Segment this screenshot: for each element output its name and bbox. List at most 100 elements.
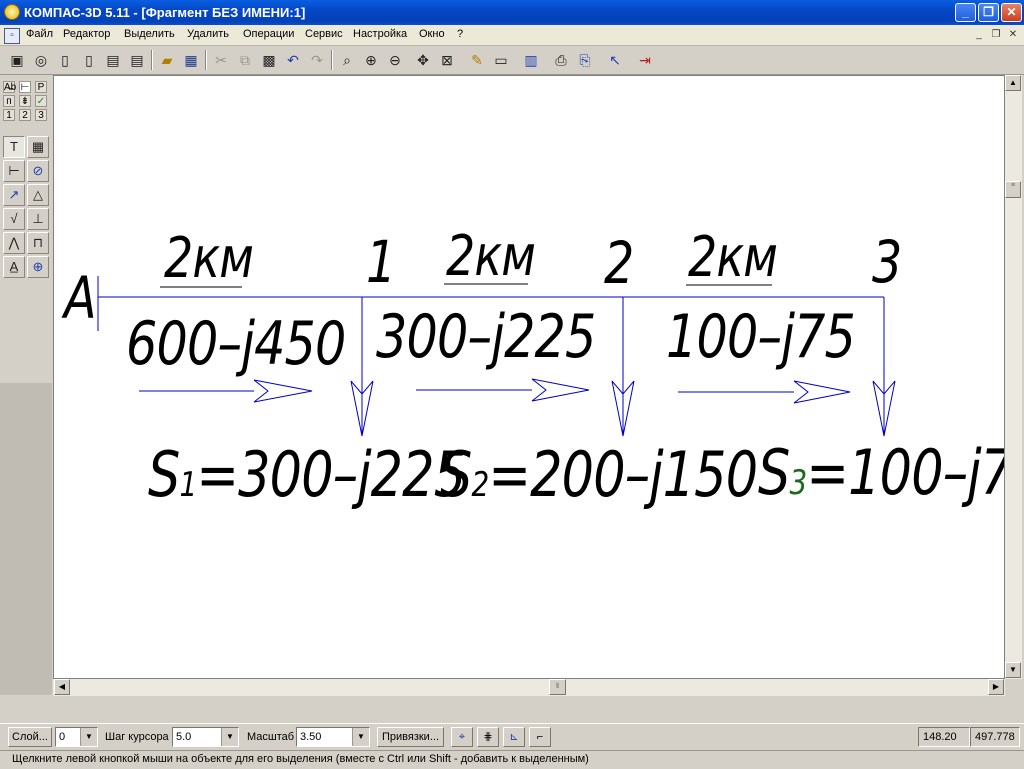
exit-icon[interactable]: ⇥: [634, 49, 656, 71]
maximize-button[interactable]: ❐: [978, 3, 999, 22]
scale-select[interactable]: 3.50 ▼: [296, 727, 370, 747]
menu-file[interactable]: Файл: [26, 28, 53, 40]
document-icon[interactable]: ▫: [4, 28, 20, 44]
menu-settings[interactable]: Настройка: [353, 28, 407, 40]
menu-operations[interactable]: Операции: [243, 28, 294, 40]
ortho-icon[interactable]: ⊾: [503, 727, 525, 747]
tab-check-mode[interactable]: ✓: [35, 95, 47, 107]
mdi-close-button[interactable]: ✕: [1006, 28, 1020, 42]
leader-icon[interactable]: ⋀: [3, 232, 25, 254]
minimize-button[interactable]: _: [955, 3, 976, 22]
zoom-window-icon[interactable]: ⌕: [336, 49, 358, 71]
chevron-down-icon[interactable]: ▼: [352, 728, 369, 746]
tab-2[interactable]: 2: [19, 109, 31, 121]
local-cs-icon[interactable]: ⌖: [451, 727, 473, 747]
zoom-in-icon[interactable]: ⊕: [360, 49, 382, 71]
context-help-icon[interactable]: ↖: [604, 49, 626, 71]
text-tool-icon[interactable]: T: [3, 136, 25, 158]
load-symbol-2: S: [440, 438, 472, 511]
radial-dimension-icon[interactable]: ↗: [3, 184, 25, 206]
copy-icon[interactable]: ⧉: [234, 49, 256, 71]
horizontal-scroll-thumb[interactable]: ⦀: [549, 679, 566, 695]
flow-arrow-3: [678, 380, 851, 404]
tolerance-icon[interactable]: A̲: [3, 256, 25, 278]
scroll-right-button[interactable]: ▶: [988, 679, 1004, 695]
menu-editor[interactable]: Редактор: [63, 28, 110, 40]
paste-icon[interactable]: ▩: [258, 49, 280, 71]
scale-label: Масштаб: [247, 731, 295, 743]
undo-icon[interactable]: ↶: [282, 49, 304, 71]
position-leader-icon[interactable]: ⊓: [27, 232, 49, 254]
close-button[interactable]: ✕: [1001, 3, 1022, 22]
grid-icon[interactable]: ⋕: [477, 727, 499, 747]
chevron-down-icon[interactable]: ▼: [80, 728, 97, 746]
diameter-dimension-icon[interactable]: ⊘: [27, 160, 49, 182]
load-value-3: =100–j75: [806, 436, 1004, 509]
menu-delete[interactable]: Удалить: [187, 28, 229, 40]
menu-service[interactable]: Сервис: [305, 28, 343, 40]
layer-button[interactable]: Слой...: [8, 727, 52, 747]
horizontal-scrollbar[interactable]: ◀ ⦀ ▶: [53, 679, 1005, 696]
menu-help[interactable]: ?: [457, 28, 463, 40]
kompas-app-icon[interactable]: [4, 4, 20, 20]
redo-icon[interactable]: ↷: [306, 49, 328, 71]
mdi-restore-button[interactable]: ❐: [989, 28, 1003, 42]
mdi-minimize-button[interactable]: _: [972, 28, 986, 42]
tab-dimension-mode[interactable]: ⊢: [19, 81, 31, 93]
datum-icon[interactable]: ⊥: [27, 208, 49, 230]
tab-p2-mode[interactable]: п: [3, 95, 15, 107]
center-mark-icon[interactable]: ⊕: [27, 256, 49, 278]
vertical-scrollbar[interactable]: ▲ ≡ ▼: [1005, 75, 1022, 679]
tab-text-mode[interactable]: A̶b: [3, 81, 16, 93]
zoom-all-icon[interactable]: ⊠: [436, 49, 458, 71]
table-tool-icon[interactable]: ▦: [27, 136, 49, 158]
layer-select[interactable]: 0 ▼: [55, 727, 98, 747]
library-icon[interactable]: ▥: [520, 49, 542, 71]
new-drawing-icon[interactable]: ▣: [6, 49, 28, 71]
zoom-out-icon[interactable]: ⊖: [384, 49, 406, 71]
cut-icon[interactable]: ✂: [210, 49, 232, 71]
scroll-left-button[interactable]: ◀: [54, 679, 70, 695]
print-icon[interactable]: ⎘: [574, 49, 596, 71]
menu-select[interactable]: Выделить: [124, 28, 175, 40]
load-value-1: =300–j225: [196, 438, 466, 511]
new-fragment-icon[interactable]: ▯: [54, 49, 76, 71]
print-preview-icon[interactable]: ⎙: [550, 49, 572, 71]
layer-value: 0: [59, 731, 66, 743]
vertical-scroll-thumb[interactable]: ≡: [1005, 181, 1021, 198]
new-text-icon[interactable]: ▤: [126, 49, 148, 71]
menu-window[interactable]: Окно: [419, 28, 445, 40]
new-spec-icon[interactable]: ▤: [102, 49, 124, 71]
pan-icon[interactable]: ✥: [412, 49, 434, 71]
line-flow-2: 300–j225: [376, 302, 596, 372]
drawing-canvas[interactable]: 2км 2км 2км A 1 2 3 600–j450 300–j225 10…: [53, 75, 1005, 679]
roughness-icon[interactable]: √: [3, 208, 25, 230]
redraw-icon[interactable]: ✎: [466, 49, 488, 71]
new-document-icon[interactable]: ▯: [78, 49, 100, 71]
chevron-down-icon[interactable]: ▼: [221, 728, 238, 746]
empty-toolbar-area: [0, 696, 1024, 722]
hint-bar: Щелкните левой кнопкой мыши на объекте д…: [0, 750, 1024, 769]
angular-dimension-icon[interactable]: △: [27, 184, 49, 206]
scroll-down-button[interactable]: ▼: [1005, 662, 1021, 678]
scale-value: 3.50: [300, 731, 322, 743]
round-icon[interactable]: ⌐: [529, 727, 551, 747]
tab-1[interactable]: 1: [3, 109, 15, 121]
new-model-icon[interactable]: ◎: [30, 49, 52, 71]
tab-p-mode[interactable]: P: [35, 81, 47, 93]
segment-length-1: 2км: [164, 226, 254, 291]
linear-dimension-icon[interactable]: ⊢: [3, 160, 25, 182]
open-folder-icon[interactable]: ▰: [156, 49, 178, 71]
save-icon[interactable]: ▦: [180, 49, 202, 71]
layer-manager-icon[interactable]: ▭: [490, 49, 512, 71]
scroll-up-button[interactable]: ▲: [1005, 75, 1021, 91]
node-label-1: 1: [366, 228, 396, 296]
cursor-step-label: Шаг курсора: [105, 731, 169, 743]
tab-3[interactable]: 3: [35, 109, 47, 121]
cursor-step-select[interactable]: 5.0 ▼: [172, 727, 239, 747]
menu-bar: ▫ Файл Редактор Выделить Удалить Операци…: [0, 25, 1024, 46]
node-label-2: 2: [604, 229, 634, 297]
snaps-button[interactable]: Привязки...: [377, 727, 444, 747]
load-symbol-3: S: [758, 436, 790, 509]
tab-snap-mode[interactable]: ⇟: [19, 95, 31, 107]
